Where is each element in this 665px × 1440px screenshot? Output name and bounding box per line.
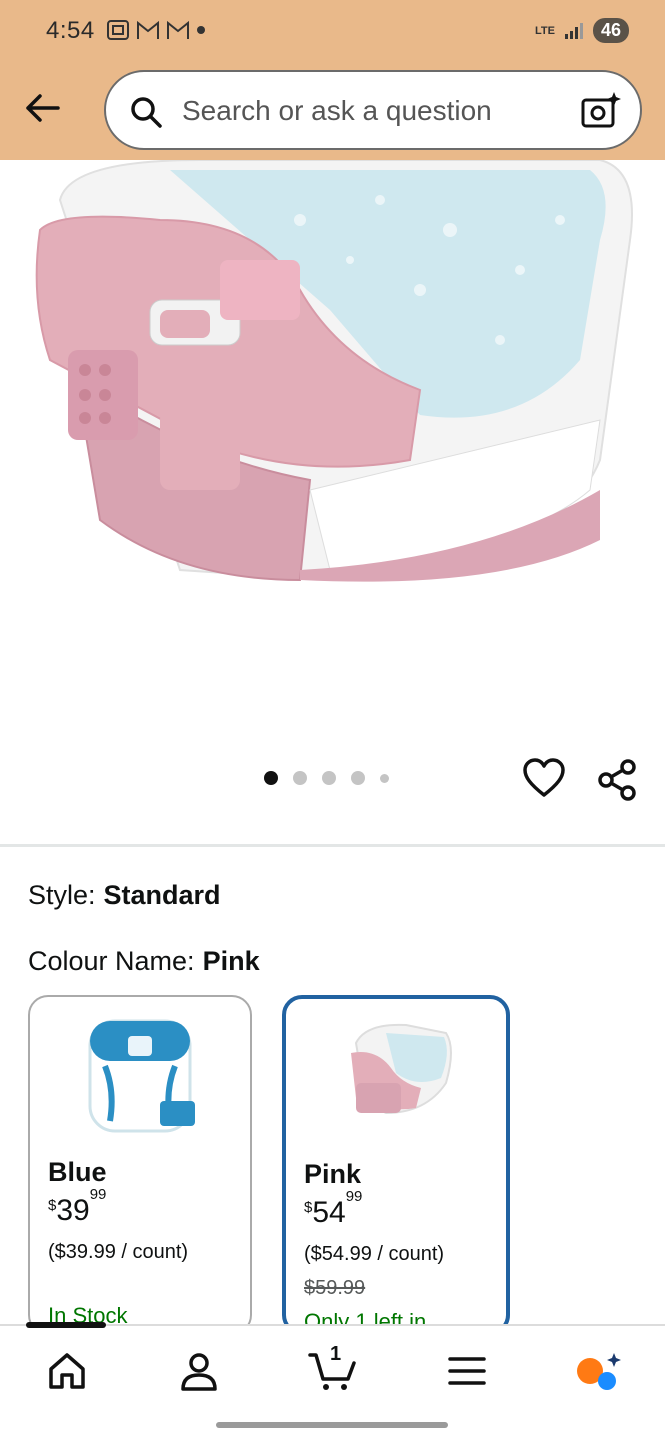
style-value: Standard: [103, 880, 221, 910]
camera-search-icon: [581, 92, 621, 128]
price-symbol: $: [48, 1197, 57, 1214]
product-image[interactable]: [0, 160, 665, 760]
search-input[interactable]: Search or ask a question: [182, 95, 492, 127]
gmail-icon: [137, 20, 159, 39]
unit-price: ($39.99 / count): [48, 1241, 189, 1263]
screenshot-icon: [107, 20, 129, 40]
rufus-assistant-icon: [577, 1353, 621, 1390]
share-icon: [598, 759, 636, 801]
foot-spa-image: [35, 160, 633, 582]
price-whole: 54: [312, 1196, 346, 1229]
variant-price: $3999: [48, 1186, 106, 1228]
was-price: $59.99: [304, 1277, 366, 1299]
colour-row: Colour Name: Pink: [28, 946, 260, 977]
back-arrow-icon: [26, 94, 60, 122]
blue-foot-spa-image: [88, 1019, 195, 1133]
status-time: 4:54: [46, 17, 95, 44]
variant-price: $5499: [304, 1188, 362, 1230]
carousel-dot[interactable]: [380, 773, 389, 783]
menu-icon: [448, 1357, 486, 1385]
search-bar[interactable]: Search or ask a question: [104, 70, 642, 150]
gmail-icon: [167, 20, 189, 39]
network-type: LTE: [535, 24, 555, 37]
variant-name: Blue: [48, 1157, 107, 1187]
variant-name: Pink: [304, 1159, 362, 1189]
carousel-dot[interactable]: [322, 771, 336, 785]
carousel-dot[interactable]: [264, 771, 278, 785]
cart-count-badge: 1: [330, 1343, 342, 1365]
dot-icon: [197, 26, 205, 34]
variant-card-pink[interactable]: Pink $5499 ($54.99 / count) $59.99 Only …: [282, 995, 510, 1335]
active-tab-indicator: [26, 1322, 106, 1328]
unit-price: ($54.99 / count): [304, 1243, 445, 1265]
heart-icon: [523, 758, 565, 797]
home-icon: [49, 1353, 85, 1389]
app-header: Search or ask a question: [0, 62, 665, 160]
search-icon: [131, 97, 162, 128]
price-symbol: $: [304, 1199, 313, 1216]
colour-value: Pink: [202, 946, 260, 976]
pink-foot-spa-image: [351, 1023, 452, 1115]
price-fraction: 99: [345, 1188, 363, 1205]
section-divider: [0, 844, 665, 847]
style-row: Style: Standard: [28, 880, 221, 911]
account-icon: [181, 1353, 217, 1391]
nav-rufus[interactable]: [574, 1346, 624, 1396]
variant-image: [30, 1011, 250, 1141]
price-fraction: 99: [89, 1186, 107, 1203]
carousel-indicator: [264, 771, 389, 785]
variant-image: [286, 1013, 506, 1143]
notification-icons: [106, 19, 206, 41]
carousel-dot[interactable]: [293, 771, 307, 785]
carousel-dot[interactable]: [351, 771, 365, 785]
system-icons: LTE 46: [535, 18, 629, 43]
variant-card-blue[interactable]: Blue $3999 ($39.99 / count) In Stock: [28, 995, 252, 1335]
nav-account[interactable]: [174, 1346, 224, 1396]
wishlist-button[interactable]: [522, 757, 566, 804]
share-button[interactable]: [596, 758, 638, 807]
gesture-bar: [216, 1422, 448, 1428]
price-whole: 39: [56, 1194, 90, 1227]
colour-label: Colour Name:: [28, 946, 195, 976]
nav-menu[interactable]: [442, 1346, 492, 1396]
status-bar: 4:54 LTE 46: [0, 0, 665, 62]
back-button[interactable]: [18, 84, 66, 132]
battery-indicator: 46: [592, 18, 629, 43]
signal-icon: [564, 22, 583, 39]
nav-home[interactable]: [42, 1346, 92, 1396]
style-label: Style:: [28, 880, 96, 910]
